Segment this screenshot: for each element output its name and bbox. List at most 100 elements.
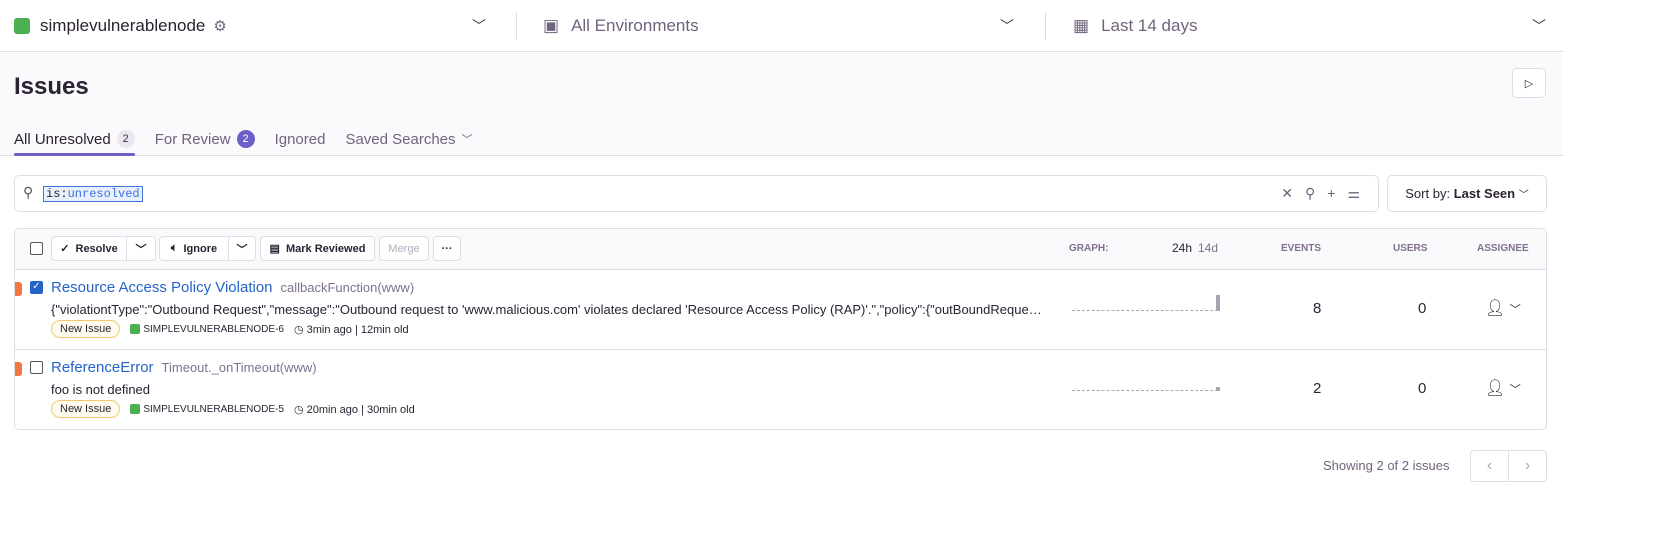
search-token[interactable]: is:unresolved (43, 185, 143, 202)
play-button[interactable]: ▷ (1512, 68, 1546, 98)
tab-all-unresolved[interactable]: All Unresolved 2 (14, 123, 135, 156)
mark-reviewed-label: Mark Reviewed (285, 242, 366, 255)
check-icon: ✓ (60, 243, 70, 255)
window-icon: ▣ (543, 16, 560, 35)
last-seen: 20min ago (306, 403, 359, 416)
ignore-dropdown[interactable]: ﹀ (228, 236, 256, 261)
clock-icon: ◷ (293, 403, 304, 416)
resolve-button[interactable]: ✓ Resolve (51, 236, 127, 261)
chevron-down-icon[interactable]: ﹀ (472, 16, 486, 36)
chevron-down-icon: ﹀ (1509, 384, 1521, 396)
tab-ignored[interactable]: Ignored (275, 123, 326, 155)
project-selector[interactable]: simplevulnerablenode ⚙ (14, 0, 227, 52)
environment-selector[interactable]: ▣ All Environments (543, 0, 699, 52)
period-selector[interactable]: ▦ Last 14 days (1073, 0, 1197, 52)
graph-header: GRAPH: (1069, 243, 1109, 254)
issue-culprit: Timeout._onTimeout(www) (161, 360, 317, 375)
users-header: USERS (1393, 243, 1428, 254)
chevron-down-icon: ﹀ (135, 243, 147, 256)
assignee-header: ASSIGNEE (1477, 243, 1529, 254)
issue-title-link[interactable]: ReferenceError (51, 359, 154, 376)
period-label: Last 14 days (1101, 16, 1198, 35)
chevron-down-icon: ﹀ (1509, 304, 1521, 316)
issue-checkbox[interactable]: ✓ (30, 281, 43, 294)
event-graph (1072, 295, 1220, 311)
graph-14d-toggle[interactable]: 14d (1198, 241, 1218, 255)
issue-title-link[interactable]: Resource Access Policy Violation (51, 279, 273, 296)
chevron-down-icon[interactable]: ﹀ (1000, 16, 1014, 36)
merge-button[interactable]: Merge (379, 236, 429, 261)
assignee-selector[interactable]: 👤︎ ﹀ (1485, 378, 1521, 398)
project-name: simplevulnerablenode (40, 16, 206, 35)
mute-icon: 🔈︎ (170, 242, 178, 254)
topbar: simplevulnerablenode ⚙ ﹀ ▣ All Environme… (0, 0, 1563, 52)
issue-checkbox[interactable] (30, 361, 43, 374)
tab-label: All Unresolved (14, 130, 111, 148)
last-seen: 3min ago (306, 323, 352, 336)
chevron-left-icon: ‹ (1486, 457, 1493, 474)
issue-culprit: callbackFunction(www) (280, 280, 415, 295)
issue-row[interactable]: ReferenceError Timeout._onTimeout(www) fo… (15, 350, 1546, 429)
project-icon (130, 324, 141, 334)
issues-header: ✓ Resolve ﹀ 🔈︎ Ignore ﹀ ▤ Mark Reviewed Mer… (15, 229, 1546, 270)
ignore-button[interactable]: 🔈︎ Ignore (159, 236, 229, 261)
user-icon: 👤︎ (1485, 300, 1506, 317)
mark-reviewed-button[interactable]: ▤ Mark Reviewed (260, 236, 375, 261)
gear-icon[interactable]: ⚙ (213, 17, 226, 35)
tab-label: Ignored (274, 130, 326, 148)
search-input[interactable]: ⚲ is:unresolved ✕ ⚲ + ⚌ (14, 175, 1379, 212)
chevron-down-icon: ﹀ (1518, 190, 1529, 201)
plus-icon[interactable]: + (1327, 185, 1335, 202)
sliders-icon[interactable]: ⚌ (1347, 185, 1360, 202)
chevron-down-icon[interactable]: ﹀ (1532, 16, 1546, 36)
sort-label: Sort by: (1405, 186, 1451, 201)
pin-icon[interactable]: ⚲ (1305, 185, 1315, 202)
graph-24h-toggle[interactable]: 24h (1172, 241, 1192, 255)
next-page-button[interactable]: › (1508, 450, 1547, 482)
project-icon (130, 404, 141, 414)
users-count: 0 (1418, 300, 1427, 317)
select-all-checkbox[interactable] (30, 242, 43, 255)
page-title: Issues (14, 73, 89, 100)
play-icon: ▷ (1524, 77, 1534, 90)
issue-message: {"violationtType":"Outbound Request","me… (51, 302, 1047, 317)
issue-message: foo is not defined (51, 382, 151, 397)
users-count: 0 (1418, 380, 1427, 397)
merge-label: Merge (388, 242, 420, 255)
sort-value: Last Seen (1453, 186, 1516, 201)
first-seen: 30min old (367, 403, 415, 416)
assignee-selector[interactable]: 👤︎ ﹀ (1485, 298, 1521, 318)
search-value: unresolved (67, 186, 140, 201)
events-count: 8 (1313, 300, 1322, 317)
inbox-icon: ▤ (269, 243, 280, 255)
graph-bar (1216, 295, 1220, 311)
close-icon[interactable]: ✕ (1281, 185, 1293, 202)
sort-dropdown[interactable]: Sort by: Last Seen ﹀ (1387, 175, 1547, 212)
graph-bar (1216, 387, 1220, 391)
previous-page-button[interactable]: ‹ (1470, 450, 1509, 482)
ignore-label: Ignore (183, 242, 218, 255)
chevron-right-icon: › (1524, 457, 1531, 474)
more-button[interactable]: ··· (433, 236, 461, 261)
environment-label: All Environments (571, 16, 699, 35)
pagination-summary: Showing 2 of 2 issues (1323, 458, 1450, 473)
issue-row[interactable]: ✓ Resource Access Policy Violation callba… (15, 270, 1546, 350)
clock-icon: ◷ (293, 323, 304, 336)
ellipsis-icon: ··· (441, 242, 453, 255)
short-id[interactable]: SIMPLEVULNERABLENODE-6 (143, 324, 284, 335)
calendar-icon: ▦ (1073, 16, 1090, 35)
tab-saved-searches[interactable]: Saved Searches ﹀ (345, 123, 472, 155)
new-issue-badge: New Issue (51, 400, 121, 418)
project-icon (14, 18, 30, 34)
resolve-dropdown[interactable]: ﹀ (126, 236, 156, 261)
tab-label: For Review (154, 130, 231, 148)
search-key: is: (46, 186, 68, 201)
short-id[interactable]: SIMPLEVULNERABLENODE-5 (143, 404, 284, 415)
resolve-label: Resolve (75, 242, 118, 255)
event-graph (1072, 387, 1220, 391)
issues-panel: ✓ Resolve ﹀ 🔈︎ Ignore ﹀ ▤ Mark Reviewed Mer… (14, 228, 1547, 430)
user-icon: 👤︎ (1485, 380, 1506, 397)
tab-label: Saved Searches (345, 130, 456, 148)
tab-for-review[interactable]: For Review 2 (155, 123, 255, 155)
chevron-down-icon: ﹀ (461, 134, 473, 146)
